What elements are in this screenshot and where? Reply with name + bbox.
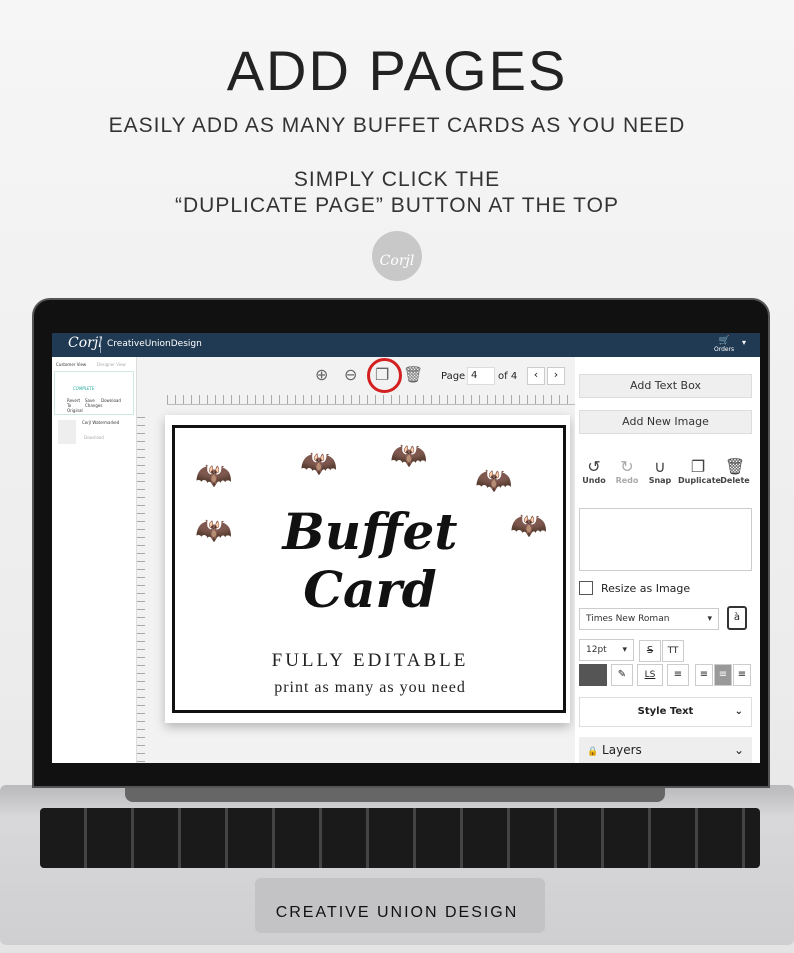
delete-button[interactable]: 🗑 Delete — [718, 457, 752, 485]
trash-icon[interactable]: 🗑 — [403, 365, 423, 384]
special-characters-icon[interactable]: à — [727, 606, 747, 630]
align-center-icon[interactable]: ≡ — [714, 664, 732, 686]
orders-button[interactable]: 🛒 Orders — [714, 336, 734, 353]
magnet-icon: ∪ — [654, 457, 666, 476]
snap-button[interactable]: ∪ Snap — [643, 457, 677, 485]
promo-title: ADD PAGES — [226, 39, 568, 102]
zoom-in-icon[interactable]: ⊕ — [315, 365, 328, 384]
resize-label: Resize as Image — [601, 582, 691, 595]
tab-customer-view[interactable]: Customer View — [56, 362, 86, 367]
bat-icon: 🦇 — [390, 438, 428, 473]
letter-spacing-button[interactable]: LS — [637, 664, 663, 686]
app-header: Corjl CreativeUnionDesign 🛒 Orders ▾ — [52, 333, 760, 357]
add-new-image-button[interactable]: Add New Image — [579, 410, 752, 434]
card-title-line-1: Buffet — [282, 502, 458, 561]
tab-designer-view[interactable]: Designer View — [97, 362, 126, 367]
card-line-1: FULLY EDITABLE — [271, 650, 469, 671]
page-label: Page — [441, 371, 466, 382]
site-name: CreativeUnionDesign — [107, 339, 202, 349]
font-size-value: 12pt — [586, 645, 607, 655]
duplicate-icon: ❐ — [690, 457, 706, 476]
card-border: 🦇 🦇 🦇 🦇 🦇 🦇 Buffet Card FULLY EDITABLE pr… — [172, 425, 566, 713]
file-download-link[interactable]: Download — [84, 435, 104, 440]
color-swatch[interactable] — [579, 664, 607, 686]
chevron-down-icon: ▾ — [622, 645, 627, 655]
undo-button[interactable]: ↺ Undo — [577, 457, 611, 485]
header-divider — [100, 337, 101, 353]
font-size-select[interactable]: 12pt ▾ — [579, 639, 634, 661]
duplicate-button[interactable]: ❐ Duplicate — [678, 457, 721, 485]
promo-footer: CREATIVE UNION DESIGN — [275, 904, 519, 921]
promo-instruction-2: “DUPLICATE PAGE” BUTTON AT THE TOP — [175, 194, 619, 217]
file-name: Corjl Watermarked — [82, 420, 120, 425]
style-text-dropdown[interactable]: Style Text ⌄ — [579, 697, 752, 727]
page-total: of 4 — [498, 371, 518, 382]
bat-icon: 🦇 — [195, 458, 233, 493]
app-screen: Corjl CreativeUnionDesign 🛒 Orders ▾ Cust… — [52, 333, 760, 763]
align-left-icon[interactable]: ≡ — [695, 664, 713, 686]
chevron-down-icon: ⌄ — [734, 706, 743, 717]
undo-icon: ↺ — [587, 457, 601, 476]
resize-checkbox[interactable] — [579, 581, 593, 595]
next-page-button[interactable]: › — [547, 367, 565, 385]
add-text-box-button[interactable]: Add Text Box — [579, 374, 752, 398]
layers-panel[interactable]: 🔒 Layers ⌄ — [579, 737, 752, 763]
duplicate-label: Duplicate — [678, 476, 721, 485]
laptop-keyboard — [40, 808, 760, 868]
download-button[interactable]: Download — [101, 398, 121, 403]
orders-label: Orders — [714, 346, 735, 353]
bat-icon: 🦇 — [300, 446, 338, 481]
bat-icon: 🦇 — [475, 463, 513, 498]
style-text-label: Style Text — [637, 706, 694, 717]
left-panel: Customer View Designer View COMPLETE Rev… — [52, 357, 137, 763]
save-changes-button[interactable]: Save Changes — [85, 398, 102, 408]
redo-label: Redo — [615, 476, 639, 485]
chevron-down-icon: ▾ — [707, 614, 712, 624]
redo-button[interactable]: ↻ Redo — [610, 457, 644, 485]
snap-label: Snap — [648, 476, 672, 485]
horizontal-ruler — [167, 395, 575, 405]
promo-instruction-1: SIMPLY CLICK THE — [293, 168, 501, 191]
revert-button[interactable]: Revert To Original — [67, 398, 83, 413]
align-right-icon[interactable]: ≡ — [733, 664, 751, 686]
right-panel: Add Text Box Add New Image ↺ Undo ↻ Redo ∪… — [575, 357, 760, 763]
page-input[interactable]: 4 — [467, 367, 495, 385]
font-select[interactable]: Times New Roman ▾ — [579, 608, 719, 630]
redo-icon: ↻ — [620, 457, 634, 476]
card-title: Buffet Card — [175, 503, 565, 619]
corjl-logo[interactable]: Corjl — [68, 335, 103, 351]
corjl-badge-logo: Corjl — [372, 231, 422, 281]
cart-icon: 🛒 — [718, 336, 730, 346]
zoom-out-icon[interactable]: ⊖ — [344, 365, 357, 384]
lock-icon: 🔒 — [587, 747, 599, 757]
laptop-hinge — [125, 788, 665, 802]
chevron-down-icon[interactable]: ▾ — [742, 338, 746, 347]
uppercase-icon[interactable]: TT — [662, 640, 684, 662]
card-title-line-2: Card — [303, 560, 437, 619]
highlight-circle — [367, 358, 402, 393]
layers-label: Layers — [602, 743, 642, 757]
promo-subtitle: EASILY ADD AS MANY BUFFET CARDS AS YOU N… — [108, 114, 686, 137]
canvas-area: ⊕ ⊖ ❐ 🗑 Page 4 of 4 ‹ › 🦇 🦇 🦇 🦇 🦇 🦇 Buff… — [137, 357, 575, 763]
line-height-icon[interactable]: ≡ — [667, 664, 689, 686]
prev-page-button[interactable]: ‹ — [527, 367, 545, 385]
status-box: COMPLETE Revert To Original Save Changes… — [54, 371, 134, 415]
trash-icon: 🗑 — [724, 457, 746, 476]
delete-label: Delete — [720, 476, 750, 485]
eyedropper-icon[interactable]: ✎ — [611, 664, 633, 686]
card-line-2: print as many as you need — [274, 679, 466, 696]
strikethrough-icon[interactable]: S — [639, 640, 661, 662]
vertical-ruler — [137, 417, 145, 763]
file-thumbnail — [58, 420, 76, 444]
chevron-down-icon: ⌄ — [733, 743, 744, 757]
font-value: Times New Roman — [586, 614, 670, 624]
undo-label: Undo — [582, 476, 606, 485]
buffet-card-page[interactable]: 🦇 🦇 🦇 🦇 🦇 🦇 Buffet Card FULLY EDITABLE pr… — [165, 415, 570, 723]
text-edit-area[interactable] — [579, 508, 752, 571]
status-complete: COMPLETE — [73, 386, 95, 391]
